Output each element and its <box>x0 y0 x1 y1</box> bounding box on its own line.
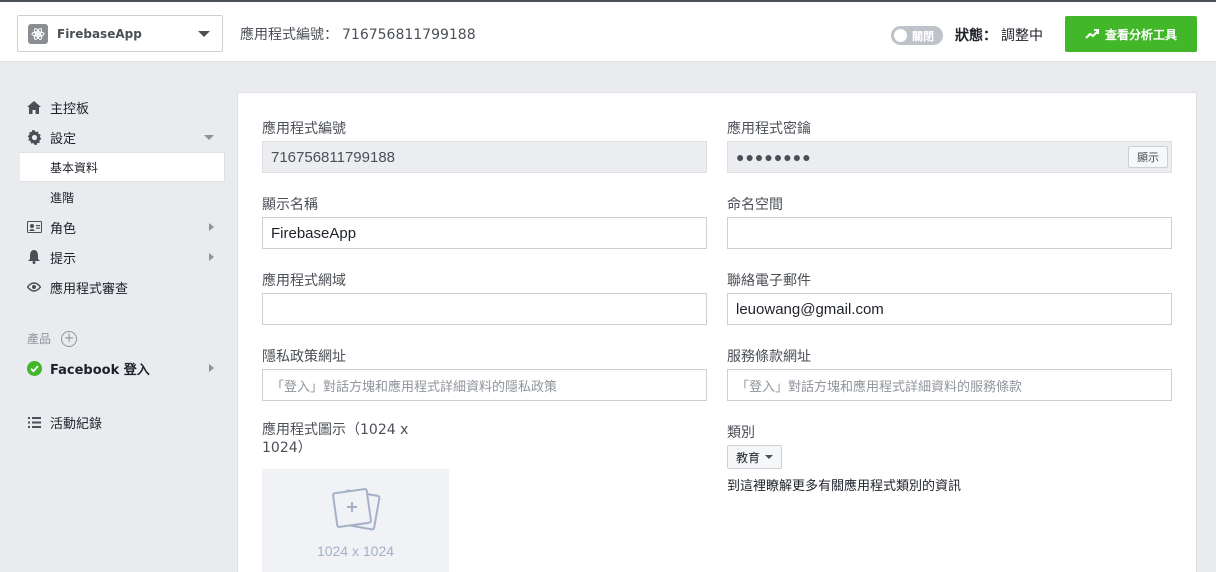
caret-down-icon <box>765 455 774 459</box>
app-icon-field-label: 應用程式圖示（1024 x 1024） <box>262 422 409 456</box>
namespace-field-label: 命名空間 <box>727 197 783 213</box>
app-secret-field-label: 應用程式密鑰 <box>727 121 811 137</box>
category-select[interactable]: 教育 <box>727 445 783 469</box>
live-mode-toggle[interactable]: 關閉 <box>891 26 943 45</box>
toggle-label: 關閉 <box>912 30 934 43</box>
sidebar-item-activity-log[interactable]: 活動紀錄 <box>26 408 216 436</box>
app-id-field: 716756811799188 <box>262 141 707 173</box>
gear-icon <box>26 129 42 145</box>
sidebar-item-label: 主控板 <box>50 101 90 117</box>
app-id-display: 應用程式編號： 716756811799188 <box>240 24 476 44</box>
list-icon <box>26 414 42 430</box>
sidebar-item-label: 基本資料 <box>50 160 99 175</box>
bell-icon <box>26 249 42 265</box>
sidebar-item-app-review[interactable]: 應用程式審查 <box>26 273 216 301</box>
privacy-url-field-label: 隱私政策網址 <box>262 349 346 365</box>
app-name: FirebaseApp <box>57 26 142 41</box>
sidebar-item-alerts[interactable]: 提示 <box>26 243 216 271</box>
sidebar-subitem-basic[interactable]: 基本資料 <box>20 152 225 182</box>
image-placeholder-icon <box>331 488 380 531</box>
app-selector[interactable]: FirebaseApp <box>17 15 223 52</box>
sidebar-item-label: Facebook 登入 <box>50 362 150 378</box>
sidebar-item-label: 提示 <box>50 251 77 267</box>
display-name-field-label: 顯示名稱 <box>262 197 318 213</box>
sidebar-item-label: 設定 <box>50 131 77 147</box>
app-icon-size-text: 1024 x 1024 <box>316 543 395 559</box>
category-selected-value: 教育 <box>736 450 761 465</box>
trending-up-icon <box>1085 29 1099 39</box>
app-domains-field-label: 應用程式網域 <box>262 273 346 289</box>
app-id-label: 應用程式編號： <box>240 27 338 43</box>
sidebar-item-label: 角色 <box>50 221 77 237</box>
id-card-icon <box>26 219 42 235</box>
chevron-right-icon <box>209 253 214 261</box>
home-icon <box>26 99 42 115</box>
app-secret-field: ●●●●●●●● 顯示 <box>727 141 1172 173</box>
terms-url-field-label: 服務條款網址 <box>727 349 811 365</box>
contact-email-field-label: 聯絡電子郵件 <box>727 273 811 289</box>
products-label-text: 產品 <box>27 332 52 346</box>
sidebar-item-facebook-login[interactable]: Facebook 登入 <box>26 354 216 382</box>
show-secret-button[interactable]: 顯示 <box>1128 146 1168 168</box>
view-analytics-button[interactable]: 查看分析工具 <box>1065 16 1197 52</box>
sidebar-item-label: 應用程式審查 <box>50 281 129 297</box>
check-circle-icon <box>26 360 42 376</box>
sidebar-item-dashboard[interactable]: 主控板 <box>26 93 216 121</box>
sidebar-item-settings[interactable]: 設定 <box>26 123 216 151</box>
terms-url-field[interactable]: 「登入」對話方塊和應用程式詳細資料的服務條款 <box>727 369 1172 401</box>
chevron-right-icon <box>209 364 214 372</box>
sidebar-item-label: 進階 <box>50 190 75 205</box>
sidebar-item-label: 活動紀錄 <box>50 416 103 432</box>
sidebar-item-roles[interactable]: 角色 <box>26 213 216 241</box>
basic-settings-card: 應用程式編號 716756811799188 應用程式密鑰 ●●●●●●●● 顯… <box>237 92 1197 572</box>
contact-email-field[interactable]: leuowang@gmail.com <box>727 293 1172 325</box>
app-icon-upload[interactable]: 1024 x 1024 <box>262 469 449 572</box>
app-domains-field[interactable] <box>262 293 707 325</box>
namespace-field[interactable] <box>727 217 1172 249</box>
category-info-link[interactable]: 到這裡瞭解更多有關應用程式類別的資訊 <box>727 475 961 494</box>
category-field-label: 類別 <box>727 425 755 441</box>
display-name-field[interactable]: FirebaseApp <box>262 217 707 249</box>
app-logo-icon <box>28 23 48 44</box>
app-secret-masked: ●●●●●●●● <box>736 149 812 165</box>
eye-icon <box>26 279 42 295</box>
chevron-right-icon <box>209 223 214 231</box>
products-section-label: 產品 + <box>27 330 78 347</box>
app-id-value: 716756811799188 <box>342 27 476 43</box>
toggle-knob <box>894 29 907 42</box>
sidebar-subitem-advanced[interactable]: 進階 <box>20 182 225 212</box>
chevron-down-icon <box>198 31 210 37</box>
status-label: 狀態： <box>955 28 997 44</box>
privacy-url-field[interactable]: 「登入」對話方塊和應用程式詳細資料的隱私政策 <box>262 369 707 401</box>
add-product-icon[interactable]: + <box>61 330 78 347</box>
top-bar: FirebaseApp 應用程式編號： 716756811799188 關閉 狀態… <box>0 0 1216 62</box>
chevron-down-icon <box>204 135 214 140</box>
view-analytics-label: 查看分析工具 <box>1104 27 1177 42</box>
app-status: 狀態： 調整中 <box>955 25 1043 45</box>
status-value: 調整中 <box>1001 28 1043 44</box>
app-id-field-label: 應用程式編號 <box>262 121 346 137</box>
